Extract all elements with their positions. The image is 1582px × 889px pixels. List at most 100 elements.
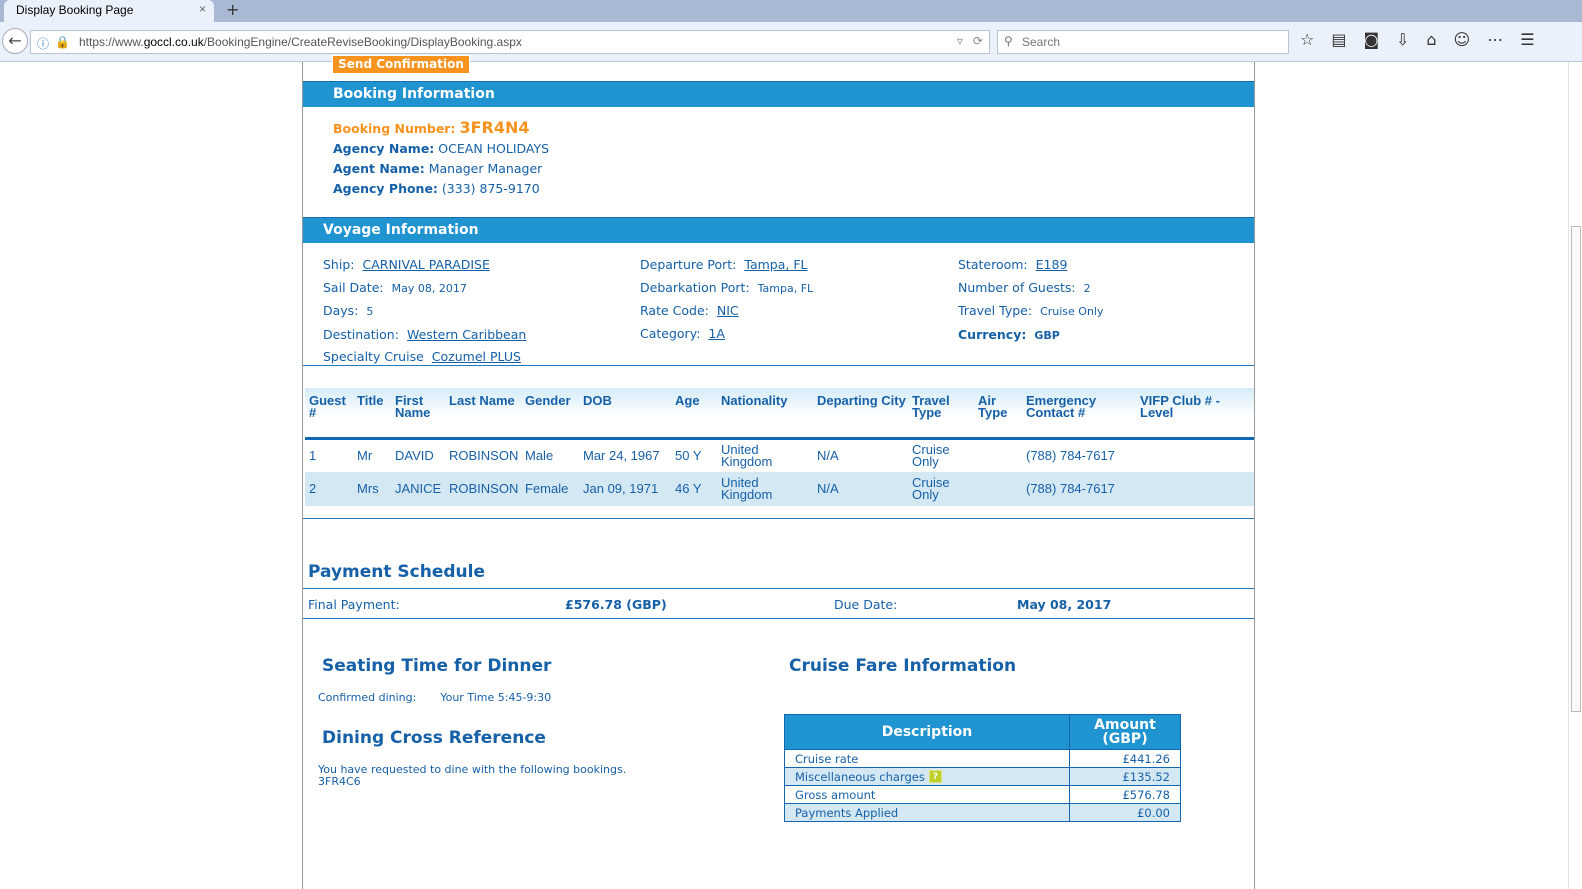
guest-cell [974, 472, 1022, 506]
guest-cell: 50 Y [675, 447, 702, 463]
column-header: Air Type [974, 388, 1022, 440]
search-icon: ⚲ [1004, 34, 1013, 48]
fare-description-cell: Miscellaneous charges? [784, 767, 1070, 786]
voyage-field-label: Rate Code: [640, 303, 709, 318]
toolbar-icons[interactable]: ☆▤◙⇩⌂☺⋯☰ [1300, 30, 1552, 49]
dinner-seating-title: Seating Time for Dinner [322, 656, 552, 676]
confirmed-dining-label: Confirmed dining: [318, 691, 417, 704]
url-path: /BookingEngine/CreateReviseBooking/Displ… [203, 35, 522, 49]
voyage-field-label: Number of Guests: [958, 279, 1076, 295]
reload-icon[interactable]: ▿ ⟳ [957, 34, 983, 48]
voyage-field-value[interactable]: CARNIVAL PARADISE [362, 257, 489, 272]
guest-row: 2 Mrs JANICE ROBINSON Female Jan 09, 1971 46 Y… [305, 472, 1254, 506]
divider [303, 618, 1254, 619]
voyage-field-value[interactable]: Tampa, FL [744, 257, 807, 272]
voyage-field-label: Travel Type: [958, 303, 1033, 318]
address-bar[interactable]: ⓘ 🔒 https://www.goccl.co.uk/BookingEngine… [30, 30, 990, 54]
divider [303, 365, 1254, 366]
fare-row: Cruise rate £441.26 [784, 749, 1181, 768]
close-tab-icon[interactable]: × [199, 2, 206, 16]
voyage-field-value[interactable]: 1A [708, 326, 725, 341]
voyage-info-header: Voyage Information [303, 217, 1254, 243]
voyage-field-label: Days: [323, 303, 359, 318]
guest-cell: (788) 784-7617 [1022, 472, 1136, 506]
voyage-field-label: Departure Port: [640, 257, 737, 272]
guest-cell [1136, 438, 1254, 472]
voyage-field-value[interactable]: NIC [717, 303, 739, 318]
voyage-field: Currency: GBP [958, 324, 1103, 348]
column-header: Last Name [445, 388, 521, 440]
voyage-field: Category: 1A [640, 323, 813, 346]
payment-schedule-title: Payment Schedule [308, 562, 486, 582]
guest-cell [1136, 472, 1254, 506]
voyage-field: Sail Date: May 08, 2017 [323, 277, 526, 301]
voyage-field-value[interactable]: E189 [1036, 257, 1068, 272]
agency-name: OCEAN HOLIDAYS [438, 141, 550, 156]
voyage-field-value: 2 [1083, 281, 1091, 295]
final-payment-value: £576.78 (GBP) [565, 597, 667, 612]
voyage-column-3: Stateroom: E189 Number of Guests: 2 Travel T… [958, 254, 1103, 347]
guest-cell: N/A [813, 472, 908, 506]
voyage-field: Days: 5 [323, 300, 526, 324]
guest-cell: ROBINSON [445, 472, 521, 506]
help-icon[interactable]: ? [928, 769, 942, 783]
due-date-label: Due Date: [834, 597, 898, 612]
guest-cell: Cruise Only [908, 472, 974, 506]
send-confirmation-button[interactable]: Send Confirmation [332, 55, 470, 74]
booking-number: 3FR4N4 [459, 118, 530, 137]
column-header: DOB [579, 388, 671, 440]
guest-cell: Cruise Only [912, 441, 950, 469]
agent-name: Manager Manager [428, 161, 543, 176]
guest-cell: 2 [305, 472, 353, 506]
column-header: Gender [521, 388, 579, 440]
column-header: Guest # [305, 388, 353, 440]
back-button[interactable]: ← [2, 28, 28, 54]
guest-cell: 1 [309, 447, 317, 463]
voyage-field: Ship: CARNIVAL PARADISE [323, 254, 526, 277]
voyage-field-value: May 08, 2017 [391, 281, 467, 295]
new-tab-button[interactable]: + [226, 0, 239, 19]
column-header: Emergency Contact # [1022, 388, 1136, 440]
fare-amount: £576.78 [1069, 785, 1181, 804]
guest-cell: Female [521, 472, 579, 506]
fare-description: Cruise rate [795, 751, 859, 766]
voyage-field: Destination: Western Caribbean [323, 324, 526, 347]
search-input[interactable]: ⚲ Search [997, 30, 1289, 54]
voyage-field-value[interactable]: Cozumel PLUS [432, 349, 521, 364]
agency-label: Agency Name: [333, 141, 435, 156]
guest-cell: Mrs [353, 472, 391, 506]
fare-amount: £135.52 [1069, 767, 1181, 786]
scrollbar-thumb[interactable] [1571, 226, 1581, 712]
voyage-field-label: Destination: [323, 326, 399, 342]
voyage-field-label: Category: [640, 325, 701, 341]
phone-label: Agency Phone: [333, 181, 438, 196]
voyage-field-label: Sail Date: [323, 279, 384, 295]
voyage-field-value: GBP [1034, 328, 1060, 342]
fare-amount: £0.00 [1069, 803, 1181, 822]
browser-tab[interactable]: Display Booking Page × [4, 0, 214, 22]
fare-row: Miscellaneous charges? £135.52 [784, 767, 1181, 786]
tab-title: Display Booking Page [16, 3, 134, 17]
voyage-column-1: Ship: CARNIVAL PARADISE Sail Date: May 08, … [323, 254, 526, 369]
scrollbar[interactable] [1568, 62, 1582, 889]
voyage-field-label: Ship: [323, 257, 355, 272]
column-header: First Name [391, 388, 445, 440]
guest-cell: Mr [357, 447, 373, 463]
guest-cell: United Kingdom [717, 472, 813, 506]
guest-cell: United Kingdom [721, 441, 773, 469]
fare-description-cell: Payments Applied [784, 803, 1070, 822]
url-domain: goccl.co.uk [143, 35, 204, 49]
fare-description: Gross amount [795, 787, 876, 802]
voyage-field-label: Stateroom: [958, 257, 1028, 272]
dining-xref-message: You have requested to dine with the foll… [318, 763, 627, 776]
column-header: VIFP Club # - Level [1136, 388, 1254, 440]
voyage-field: Debarkation Port: Tampa, FL [640, 277, 813, 301]
info-icon[interactable]: ⓘ [37, 35, 49, 52]
agency-phone: (333) 875-9170 [441, 181, 540, 196]
divider [303, 518, 1254, 519]
guest-cell: DAVID [395, 447, 434, 463]
booking-number-label: Booking Number: [333, 121, 456, 136]
confirmed-dining-value: Your Time 5:45-9:30 [440, 691, 552, 704]
url-prefix: https://www. [79, 35, 144, 49]
voyage-field-value[interactable]: Western Caribbean [407, 327, 526, 342]
